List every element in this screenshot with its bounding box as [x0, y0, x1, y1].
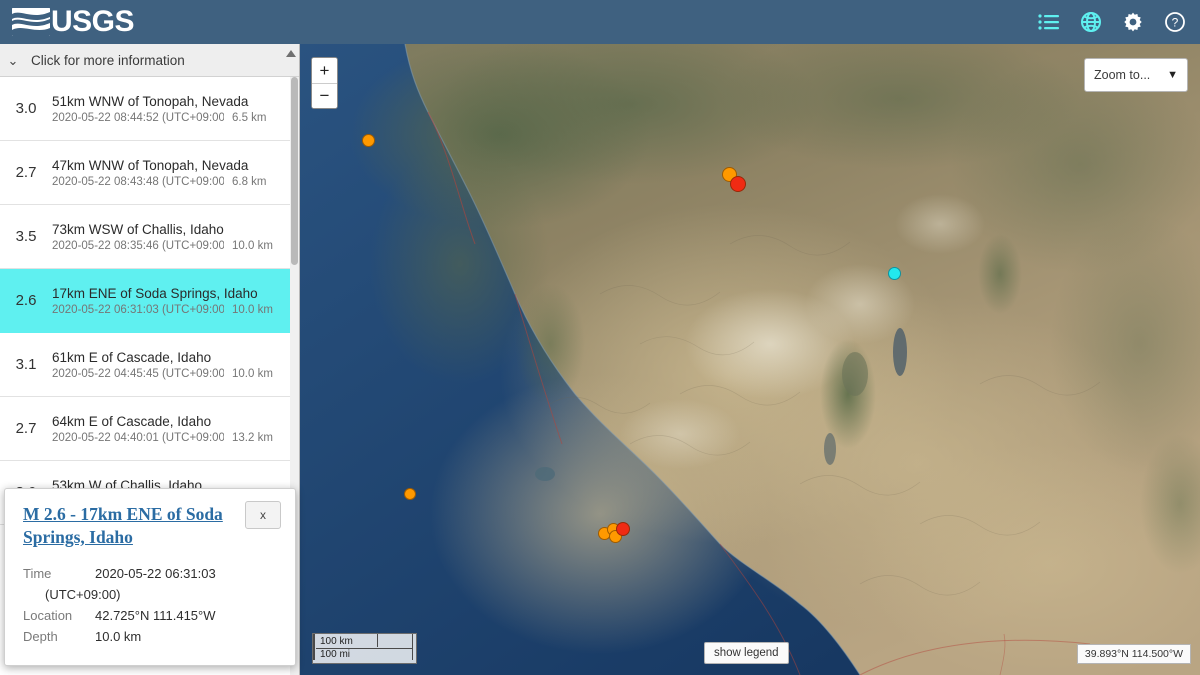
earthquake-magnitude: 3.5: [15, 228, 37, 245]
earthquake-place: 73km WSW of Challis, Idaho: [52, 222, 224, 237]
scale-tick: [313, 634, 315, 660]
popup-location-value: 42.725°N 111.415°W: [95, 608, 216, 623]
earthquake-place: 64km E of Cascade, Idaho: [52, 414, 212, 429]
popup-depth-label: Depth: [23, 629, 58, 644]
list-panel-header[interactable]: ⌄ Click for more information: [0, 44, 299, 77]
earthquake-meta: 2020-05-22 08:35:46 (UTC+09:00 10.0 km: [52, 240, 289, 252]
marker-soda-springs-selected[interactable]: [887, 266, 901, 280]
coordinate-readout: 39.893°N 114.500°W: [1076, 644, 1191, 664]
earthquake-magnitude: 3.1: [15, 356, 37, 373]
earthquake-item-body: 47km WNW of Tonopah, Nevada 2020-05-22 08…: [52, 157, 299, 188]
earthquake-list-item[interactable]: 2.7 47km WNW of Tonopah, Nevada 2020-05-22…: [0, 141, 299, 205]
usgs-wave-logo-icon: [12, 8, 50, 36]
earthquake-time: 2020-05-22 04:40:01 (UTC+09:00: [52, 432, 224, 444]
earthquake-magnitude: 2.7: [15, 164, 37, 181]
popup-time-value: 2020-05-22 06:31:03: [95, 566, 216, 581]
chevron-down-icon: ⌄: [7, 52, 19, 68]
earthquake-time: 2020-05-22 08:43:48 (UTC+09:00: [52, 176, 224, 188]
zoom-to-dropdown[interactable]: Zoom to... ▼: [1084, 58, 1188, 92]
earthquake-item-body: 17km ENE of Soda Springs, Idaho 2020-05-2…: [52, 285, 299, 316]
scale-km: 100 km: [316, 636, 413, 649]
earthquake-item-body: 64km E of Cascade, Idaho 2020-05-22 04:40…: [52, 413, 299, 444]
earthquake-meta: 2020-05-22 08:44:52 (UTC+09:00 6.5 km: [52, 112, 289, 124]
earthquake-magnitude: 2.7: [15, 420, 37, 437]
marker-idaho-challis-red[interactable]: [730, 176, 746, 192]
marker-tonopah-red[interactable]: [616, 522, 630, 536]
earthquake-time: 2020-05-22 04:45:45 (UTC+09:00: [52, 368, 224, 380]
earthquake-time: 2020-05-22 08:44:52 (UTC+09:00: [52, 112, 224, 124]
earthquake-list-item[interactable]: 2.6 17km ENE of Soda Springs, Idaho 2020-0…: [0, 269, 299, 333]
earthquake-depth: 13.2 km: [232, 432, 273, 444]
map-zoom-control: + −: [311, 57, 338, 109]
gear-icon[interactable]: [1122, 11, 1144, 33]
earthquake-meta: 2020-05-22 06:31:03 (UTC+09:00 10.0 km: [52, 304, 289, 316]
header-icon-group: ?: [1038, 11, 1186, 33]
list-scrollbar-thumb[interactable]: [291, 77, 298, 265]
popup-location-label: Location: [23, 608, 73, 623]
earthquake-magnitude: 2.6: [15, 292, 37, 309]
marker-nevada-west[interactable]: [404, 488, 416, 500]
chevron-down-icon: ▼: [1167, 69, 1178, 81]
earthquake-depth: 10.0 km: [232, 304, 273, 316]
usgs-earthquake-map-app: USGS ? + − Zoom to... ▼ 100 km 100 mi sh…: [0, 0, 1200, 675]
scale-tick: [411, 634, 414, 660]
popup-depth-row: Depth 10.0 km: [23, 626, 281, 647]
scrollbar-up-arrow[interactable]: [286, 50, 296, 57]
earthquake-item-body: 73km WSW of Challis, Idaho 2020-05-22 08:…: [52, 221, 299, 252]
earthquake-list-item[interactable]: 3.0 51km WNW of Tonopah, Nevada 2020-05-22…: [0, 77, 299, 141]
popup-detail-table: Time 2020-05-22 06:31:03 (UTC+09:00) Loc…: [23, 563, 281, 647]
earthquake-magnitude: 3.0: [15, 100, 37, 117]
earthquake-item-body: 51km WNW of Tonopah, Nevada 2020-05-22 08…: [52, 93, 299, 124]
earthquake-item-body: 61km E of Cascade, Idaho 2020-05-22 04:45…: [52, 349, 299, 380]
map-area[interactable]: + − Zoom to... ▼ 100 km 100 mi show lege…: [300, 44, 1200, 675]
earthquake-list-item[interactable]: 2.7 64km E of Cascade, Idaho 2020-05-22 04…: [0, 397, 299, 461]
earthquake-time: 2020-05-22 06:31:03 (UTC+09:00: [52, 304, 224, 316]
popup-depth-value: 10.0 km: [95, 629, 142, 644]
earthquake-time: 2020-05-22 08:35:46 (UTC+09:00: [52, 240, 224, 252]
help-icon[interactable]: ?: [1164, 11, 1186, 33]
list-icon[interactable]: [1038, 11, 1060, 33]
usgs-logo-text: USGS: [51, 5, 135, 38]
earthquake-meta: 2020-05-22 04:40:01 (UTC+09:00 13.2 km: [52, 432, 289, 444]
app-header: USGS ?: [0, 0, 1200, 44]
marker-oregon[interactable]: [361, 133, 375, 147]
scale-tick: [376, 634, 379, 647]
earthquake-depth: 6.8 km: [232, 176, 267, 188]
svg-text:?: ?: [1172, 16, 1179, 30]
earthquake-depth: 10.0 km: [232, 368, 273, 380]
zoom-in-button[interactable]: +: [312, 58, 337, 83]
close-icon[interactable]: x: [245, 501, 281, 529]
earthquake-place: 61km E of Cascade, Idaho: [52, 350, 212, 365]
popup-time-label: Time: [23, 566, 52, 581]
earthquake-place: 47km WNW of Tonopah, Nevada: [52, 158, 249, 173]
earthquake-place: 51km WNW of Tonopah, Nevada: [52, 94, 249, 109]
earthquake-meta: 2020-05-22 08:43:48 (UTC+09:00 6.8 km: [52, 176, 289, 188]
popup-title-link[interactable]: M 2.6 - 17km ENE of Soda Springs, Idaho: [23, 503, 235, 549]
earthquake-depth: 10.0 km: [232, 240, 273, 252]
zoom-out-button[interactable]: −: [312, 83, 337, 108]
scale-mi: 100 mi: [320, 649, 351, 660]
usgs-logo[interactable]: USGS: [12, 5, 135, 38]
earthquake-depth: 6.5 km: [232, 112, 267, 124]
earthquake-meta: 2020-05-22 04:45:45 (UTC+09:00 10.0 km: [52, 368, 289, 380]
earthquake-detail-popup: M 2.6 - 17km ENE of Soda Springs, Idaho …: [4, 488, 296, 666]
popup-time-row: Time 2020-05-22 06:31:03: [23, 563, 281, 584]
show-legend-button[interactable]: show legend: [704, 642, 789, 664]
earthquake-place: 17km ENE of Soda Springs, Idaho: [52, 286, 258, 301]
map-scale-bar: 100 km 100 mi: [312, 633, 417, 664]
map-basemap-imagery: [300, 44, 1200, 675]
earthquake-list-item[interactable]: 3.1 61km E of Cascade, Idaho 2020-05-22 04…: [0, 333, 299, 397]
list-header-label: Click for more information: [31, 52, 185, 68]
globe-icon[interactable]: [1080, 11, 1102, 33]
earthquake-list-item[interactable]: 3.5 73km WSW of Challis, Idaho 2020-05-22 …: [0, 205, 299, 269]
zoom-to-label: Zoom to...: [1094, 68, 1151, 82]
earthquake-list: 3.0 51km WNW of Tonopah, Nevada 2020-05-22…: [0, 77, 299, 525]
popup-location-row: Location 42.725°N 111.415°W: [23, 605, 281, 626]
popup-timezone-value: (UTC+09:00): [45, 587, 121, 602]
